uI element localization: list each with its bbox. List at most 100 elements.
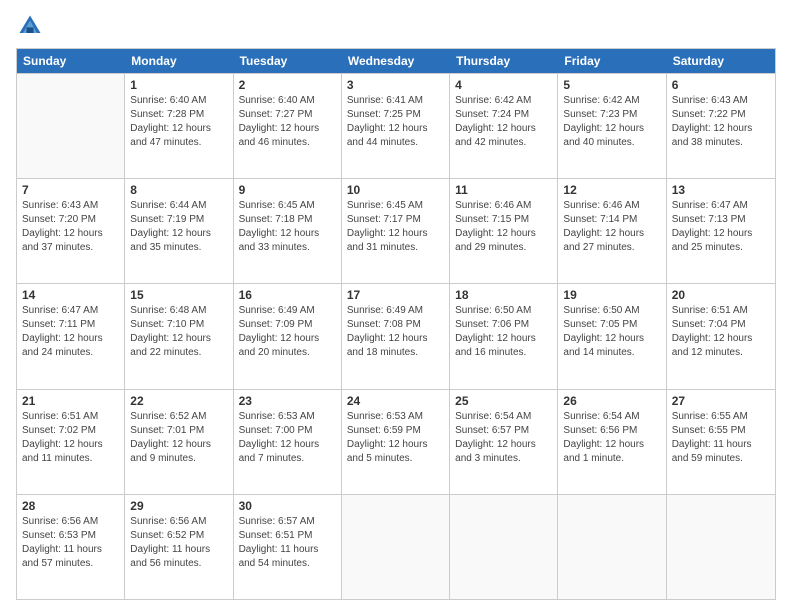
cell-line: Daylight: 12 hours [455, 438, 552, 452]
calendar-cell: 12Sunrise: 6:46 AMSunset: 7:14 PMDayligh… [558, 179, 666, 283]
weekday-header: Sunday [17, 49, 125, 73]
cell-line: Sunrise: 6:56 AM [130, 515, 227, 529]
cell-line: Sunset: 6:52 PM [130, 529, 227, 543]
calendar-row: 7Sunrise: 6:43 AMSunset: 7:20 PMDaylight… [17, 178, 775, 283]
cell-line: Sunset: 7:22 PM [672, 108, 770, 122]
cell-line: Daylight: 12 hours [239, 122, 336, 136]
cell-line: and 5 minutes. [347, 452, 444, 466]
calendar-body: 1Sunrise: 6:40 AMSunset: 7:28 PMDaylight… [17, 73, 775, 599]
calendar-cell: 22Sunrise: 6:52 AMSunset: 7:01 PMDayligh… [125, 390, 233, 494]
cell-line: Daylight: 12 hours [455, 227, 552, 241]
day-number: 7 [22, 183, 119, 197]
cell-line: Daylight: 12 hours [563, 122, 660, 136]
calendar-row: 1Sunrise: 6:40 AMSunset: 7:28 PMDaylight… [17, 73, 775, 178]
cell-line: and 11 minutes. [22, 452, 119, 466]
cell-line: Daylight: 12 hours [130, 227, 227, 241]
cell-line: Sunrise: 6:50 AM [455, 304, 552, 318]
calendar-cell: 28Sunrise: 6:56 AMSunset: 6:53 PMDayligh… [17, 495, 125, 599]
calendar-cell: 24Sunrise: 6:53 AMSunset: 6:59 PMDayligh… [342, 390, 450, 494]
page: SundayMondayTuesdayWednesdayThursdayFrid… [0, 0, 792, 612]
cell-line: and 3 minutes. [455, 452, 552, 466]
cell-line: Sunset: 7:19 PM [130, 213, 227, 227]
cell-line: and 47 minutes. [130, 136, 227, 150]
calendar-cell: 19Sunrise: 6:50 AMSunset: 7:05 PMDayligh… [558, 284, 666, 388]
header [16, 12, 776, 40]
cell-line: Sunset: 7:23 PM [563, 108, 660, 122]
day-number: 17 [347, 288, 444, 302]
cell-line: Daylight: 12 hours [455, 122, 552, 136]
calendar-cell: 9Sunrise: 6:45 AMSunset: 7:18 PMDaylight… [234, 179, 342, 283]
cell-line: and 16 minutes. [455, 346, 552, 360]
cell-line: Sunset: 7:06 PM [455, 318, 552, 332]
cell-line: Daylight: 12 hours [239, 227, 336, 241]
cell-line: and 56 minutes. [130, 557, 227, 571]
cell-line: Sunset: 7:04 PM [672, 318, 770, 332]
cell-line: and 46 minutes. [239, 136, 336, 150]
cell-line: and 38 minutes. [672, 136, 770, 150]
cell-line: Sunrise: 6:51 AM [22, 410, 119, 424]
day-number: 11 [455, 183, 552, 197]
cell-line: Sunset: 7:05 PM [563, 318, 660, 332]
cell-line: Sunset: 6:51 PM [239, 529, 336, 543]
cell-line: Daylight: 12 hours [563, 227, 660, 241]
weekday-header: Friday [558, 49, 666, 73]
logo-icon [16, 12, 44, 40]
cell-line: Sunset: 7:20 PM [22, 213, 119, 227]
weekday-header: Saturday [667, 49, 775, 73]
cell-line: Sunrise: 6:43 AM [672, 94, 770, 108]
calendar-cell: 10Sunrise: 6:45 AMSunset: 7:17 PMDayligh… [342, 179, 450, 283]
calendar-cell: 20Sunrise: 6:51 AMSunset: 7:04 PMDayligh… [667, 284, 775, 388]
cell-line: and 31 minutes. [347, 241, 444, 255]
cell-line: and 22 minutes. [130, 346, 227, 360]
calendar-cell: 6Sunrise: 6:43 AMSunset: 7:22 PMDaylight… [667, 74, 775, 178]
weekday-header: Thursday [450, 49, 558, 73]
cell-line: Daylight: 11 hours [239, 543, 336, 557]
cell-line: Daylight: 12 hours [22, 438, 119, 452]
cell-line: Daylight: 12 hours [347, 438, 444, 452]
cell-line: Sunrise: 6:46 AM [563, 199, 660, 213]
cell-line: Sunset: 7:28 PM [130, 108, 227, 122]
calendar-cell: 3Sunrise: 6:41 AMSunset: 7:25 PMDaylight… [342, 74, 450, 178]
cell-line: Sunrise: 6:40 AM [130, 94, 227, 108]
cell-line: and 35 minutes. [130, 241, 227, 255]
cell-line: Daylight: 12 hours [563, 332, 660, 346]
calendar-header: SundayMondayTuesdayWednesdayThursdayFrid… [17, 49, 775, 73]
day-number: 16 [239, 288, 336, 302]
logo [16, 12, 48, 40]
day-number: 14 [22, 288, 119, 302]
calendar-cell [667, 495, 775, 599]
calendar-cell: 25Sunrise: 6:54 AMSunset: 6:57 PMDayligh… [450, 390, 558, 494]
cell-line: and 57 minutes. [22, 557, 119, 571]
cell-line: Sunrise: 6:55 AM [672, 410, 770, 424]
cell-line: Sunrise: 6:48 AM [130, 304, 227, 318]
cell-line: Daylight: 12 hours [239, 438, 336, 452]
cell-line: Sunrise: 6:57 AM [239, 515, 336, 529]
cell-line: Sunset: 7:01 PM [130, 424, 227, 438]
weekday-header: Tuesday [234, 49, 342, 73]
cell-line: Sunrise: 6:49 AM [347, 304, 444, 318]
cell-line: Sunset: 6:55 PM [672, 424, 770, 438]
cell-line: and 29 minutes. [455, 241, 552, 255]
cell-line: Sunrise: 6:41 AM [347, 94, 444, 108]
cell-line: Sunset: 7:10 PM [130, 318, 227, 332]
cell-line: Sunrise: 6:56 AM [22, 515, 119, 529]
day-number: 18 [455, 288, 552, 302]
cell-line: Sunrise: 6:50 AM [563, 304, 660, 318]
cell-line: and 37 minutes. [22, 241, 119, 255]
calendar-cell: 27Sunrise: 6:55 AMSunset: 6:55 PMDayligh… [667, 390, 775, 494]
cell-line: Sunrise: 6:53 AM [239, 410, 336, 424]
cell-line: Sunset: 6:59 PM [347, 424, 444, 438]
day-number: 10 [347, 183, 444, 197]
day-number: 6 [672, 78, 770, 92]
day-number: 15 [130, 288, 227, 302]
cell-line: Daylight: 12 hours [130, 438, 227, 452]
calendar-row: 28Sunrise: 6:56 AMSunset: 6:53 PMDayligh… [17, 494, 775, 599]
cell-line: Sunrise: 6:45 AM [239, 199, 336, 213]
cell-line: Daylight: 11 hours [22, 543, 119, 557]
cell-line: Daylight: 12 hours [239, 332, 336, 346]
day-number: 26 [563, 394, 660, 408]
cell-line: Sunrise: 6:47 AM [672, 199, 770, 213]
cell-line: and 9 minutes. [130, 452, 227, 466]
cell-line: and 59 minutes. [672, 452, 770, 466]
calendar-cell: 23Sunrise: 6:53 AMSunset: 7:00 PMDayligh… [234, 390, 342, 494]
